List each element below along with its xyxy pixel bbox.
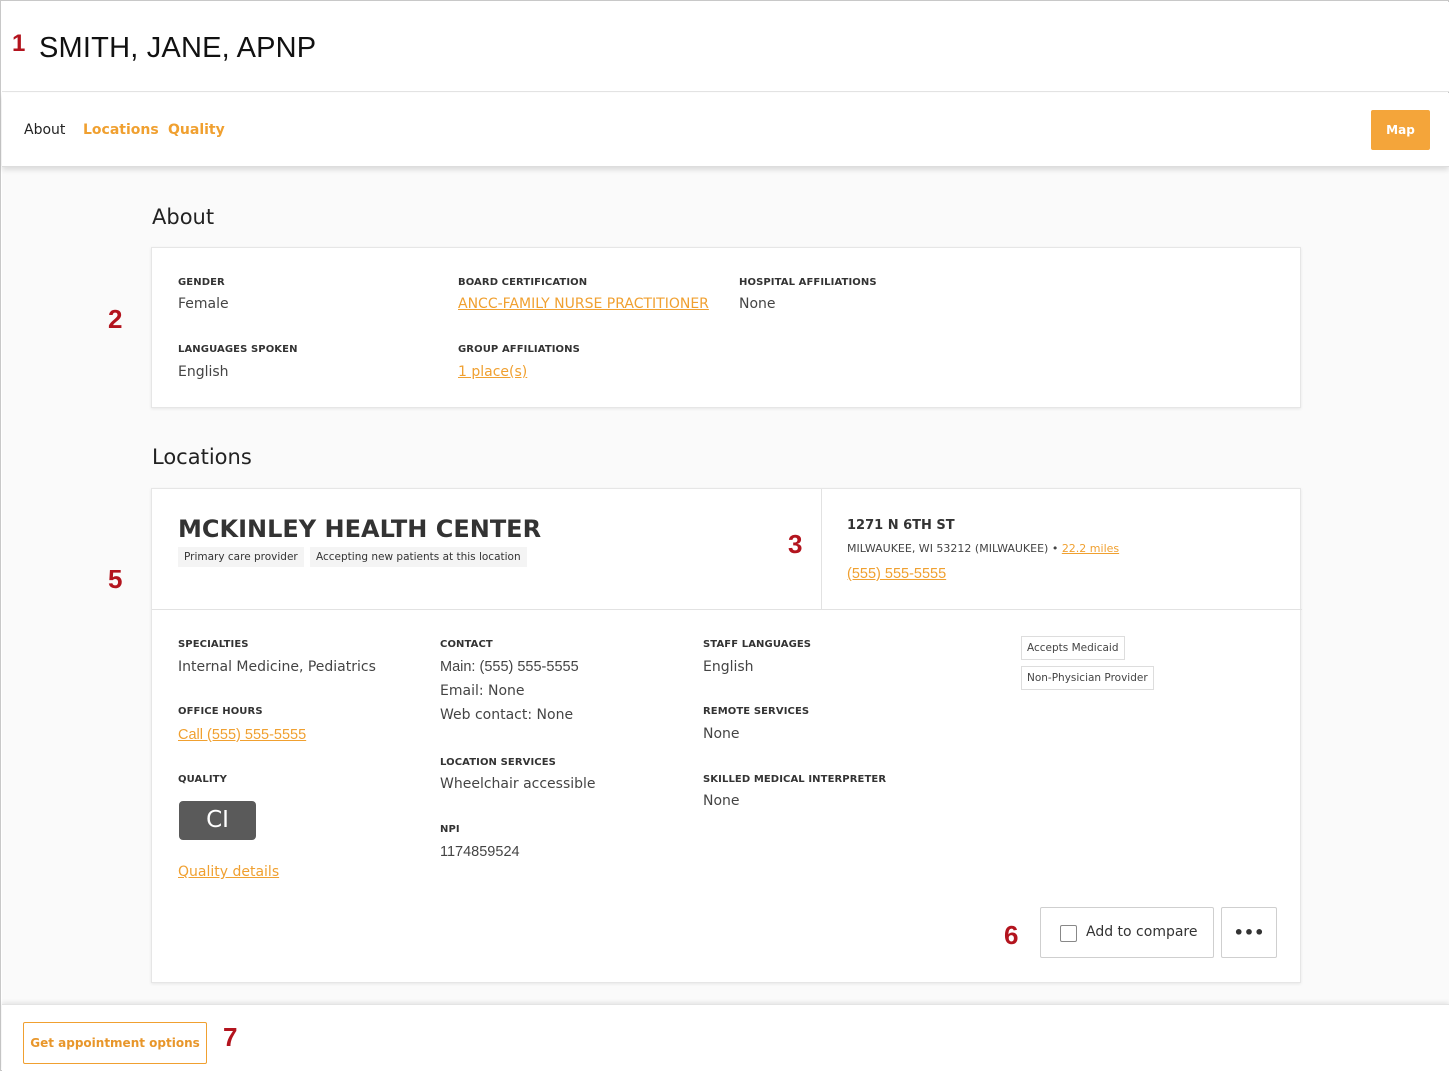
address-city-text: MILWAUKEE, WI 53212 (MILWAUKEE) • bbox=[847, 542, 1059, 555]
hospital-affiliations-value: None bbox=[739, 296, 776, 312]
contact-main: Main: (555) 555-5555 bbox=[440, 659, 579, 675]
contact-label: CONTACT bbox=[440, 639, 493, 650]
divider bbox=[152, 609, 1302, 610]
compare-label: Add to compare bbox=[1086, 924, 1198, 940]
location-name: MCKINLEY HEALTH CENTER bbox=[178, 515, 542, 543]
nav-link-about[interactable]: About bbox=[24, 122, 65, 138]
quality-label: QUALITY bbox=[178, 774, 227, 785]
location-card: MCKINLEY HEALTH CENTER Primary care prov… bbox=[151, 488, 1302, 983]
marker-3: 3 bbox=[788, 529, 803, 559]
marker-7: 7 bbox=[223, 1022, 238, 1052]
add-to-compare-button[interactable]: Add to compare bbox=[1040, 907, 1214, 958]
location-services-value: Wheelchair accessible bbox=[440, 776, 596, 792]
specialties-label: SPECIALTIES bbox=[178, 639, 249, 650]
header: SMITH, JANE, APNP bbox=[2, 2, 1449, 92]
tag-primary-care: Primary care provider bbox=[178, 547, 304, 567]
page-frame: SMITH, JANE, APNP About Locations Qualit… bbox=[0, 0, 1449, 1071]
tag-accepting-patients: Accepting new patients at this location bbox=[310, 547, 527, 567]
contact-email: Email: None bbox=[440, 683, 525, 699]
marker-2: 2 bbox=[108, 304, 123, 334]
nav-link-quality[interactable]: Quality bbox=[168, 122, 225, 138]
quality-details-link[interactable]: Quality details bbox=[178, 864, 279, 880]
locations-heading: Locations bbox=[152, 445, 252, 469]
location-services-label: LOCATION SERVICES bbox=[440, 757, 556, 768]
quality-badge: CI bbox=[179, 801, 256, 840]
more-options-button[interactable]: ••• bbox=[1221, 907, 1277, 958]
address-city: MILWAUKEE, WI 53212 (MILWAUKEE) • 22.2 m… bbox=[847, 542, 1119, 555]
skilled-interpreter-label: SKILLED MEDICAL INTERPRETER bbox=[703, 774, 887, 785]
page-title: SMITH, JANE, APNP bbox=[39, 32, 317, 64]
hospital-affiliations-label: HOSPITAL AFFILIATIONS bbox=[739, 277, 877, 288]
marker-6: 6 bbox=[1004, 920, 1019, 950]
contact-web: Web contact: None bbox=[440, 707, 574, 723]
office-hours-label: OFFICE HOURS bbox=[178, 706, 263, 717]
marker-5: 5 bbox=[108, 564, 123, 594]
location-phone-link[interactable]: (555) 555-5555 bbox=[847, 566, 946, 582]
nav-link-locations[interactable]: Locations bbox=[83, 122, 159, 138]
footer-bar: Get appointment options bbox=[2, 1004, 1449, 1071]
board-certification-label: BOARD CERTIFICATION bbox=[458, 277, 588, 288]
group-affiliations-link[interactable]: 1 place(s) bbox=[458, 364, 527, 380]
office-hours-link[interactable]: Call (555) 555-5555 bbox=[178, 727, 306, 743]
about-card: GENDER Female BOARD CERTIFICATION ANCC-F… bbox=[151, 247, 1301, 408]
about-heading: About bbox=[152, 205, 215, 229]
main-content: About GENDER Female BOARD CERTIFICATION … bbox=[2, 167, 1449, 1004]
remote-services-value: None bbox=[703, 726, 740, 742]
address-street: 1271 N 6TH ST bbox=[847, 518, 955, 533]
marker-1: 1 bbox=[12, 30, 26, 57]
board-certification-link[interactable]: ANCC-FAMILY NURSE PRACTITIONER bbox=[458, 296, 709, 312]
badge-accepts-medicaid: Accepts Medicaid bbox=[1021, 636, 1125, 660]
nav-bar: About Locations Quality Map bbox=[2, 93, 1449, 167]
distance-link[interactable]: 22.2 miles bbox=[1062, 542, 1119, 555]
npi-value: 1174859524 bbox=[440, 844, 520, 860]
group-affiliations-label: GROUP AFFILIATIONS bbox=[458, 344, 580, 355]
divider bbox=[821, 489, 822, 609]
skilled-interpreter-value: None bbox=[703, 793, 740, 809]
languages-spoken-value: English bbox=[178, 364, 229, 380]
npi-label: NPI bbox=[440, 824, 460, 835]
languages-spoken-label: LANGUAGES SPOKEN bbox=[178, 344, 298, 355]
appointment-options-button[interactable]: Get appointment options bbox=[23, 1022, 207, 1064]
badge-non-physician: Non-Physician Provider bbox=[1021, 666, 1154, 690]
map-button[interactable]: Map bbox=[1371, 110, 1430, 150]
staff-languages-label: STAFF LANGUAGES bbox=[703, 639, 812, 650]
staff-languages-value: English bbox=[703, 659, 754, 675]
compare-checkbox[interactable] bbox=[1060, 925, 1077, 942]
gender-label: GENDER bbox=[178, 277, 225, 288]
specialties-value: Internal Medicine, Pediatrics bbox=[178, 659, 376, 675]
remote-services-label: REMOTE SERVICES bbox=[703, 706, 810, 717]
gender-value: Female bbox=[178, 296, 229, 312]
